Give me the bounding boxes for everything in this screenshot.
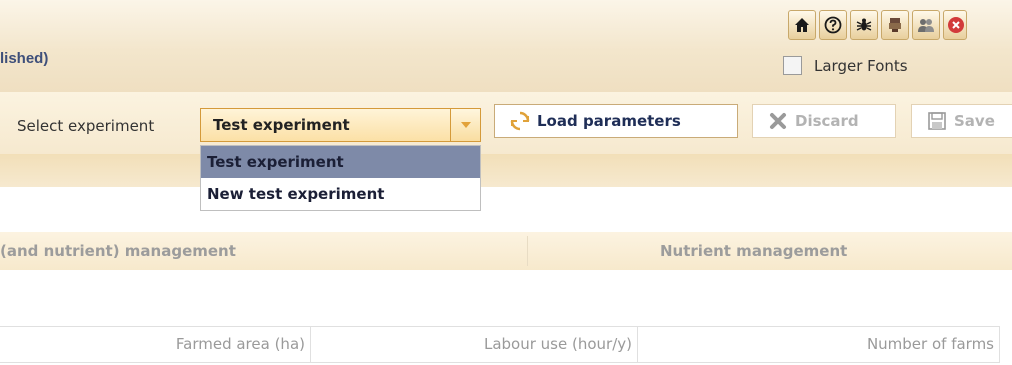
tool-icons (788, 10, 967, 40)
chevron-down-icon[interactable] (450, 109, 480, 141)
page-title: lished) (0, 50, 49, 67)
experiment-select[interactable]: Test experiment (200, 108, 481, 142)
close-icon[interactable] (943, 10, 967, 40)
table-header-row: Farmed area (ha) Labour use (hour/y) Num… (0, 326, 1000, 363)
discard-button[interactable]: Discard (752, 104, 896, 138)
toolbar-band (0, 154, 1012, 187)
dropdown-option-new-test-experiment[interactable]: New test experiment (201, 178, 480, 210)
larger-fonts-checkbox[interactable] (783, 56, 802, 75)
save-label: Save (954, 112, 995, 130)
larger-fonts-toggle[interactable]: Larger Fonts (783, 56, 908, 75)
section-title-left: (and nutrient) management (0, 242, 236, 260)
save-icon (928, 112, 946, 130)
load-parameters-label: Load parameters (537, 112, 681, 130)
column-number-of-farms[interactable]: Number of farms (638, 327, 1000, 362)
refresh-icon (510, 111, 530, 131)
home-icon[interactable] (788, 10, 816, 40)
users-icon[interactable] (912, 10, 940, 40)
discard-icon (770, 113, 786, 129)
load-parameters-button[interactable]: Load parameters (494, 104, 738, 138)
experiment-select-value: Test experiment (213, 116, 350, 134)
dropdown-option-test-experiment[interactable]: Test experiment (201, 146, 480, 178)
app-header: lished) Larger Fonts (0, 0, 1012, 92)
experiment-dropdown: Test experiment New test experiment (200, 145, 481, 211)
select-experiment-label: Select experiment (17, 117, 155, 135)
column-farmed-area[interactable]: Farmed area (ha) (0, 327, 311, 362)
pump-icon[interactable] (881, 10, 909, 40)
help-icon[interactable] (819, 10, 847, 40)
bug-icon[interactable] (850, 10, 878, 40)
section-title-right: Nutrient management (660, 242, 848, 260)
larger-fonts-label: Larger Fonts (814, 56, 908, 75)
column-labour-use[interactable]: Labour use (hour/y) (311, 327, 638, 362)
save-button[interactable]: Save (911, 104, 1012, 138)
discard-label: Discard (795, 112, 859, 130)
section-divider (527, 236, 528, 266)
